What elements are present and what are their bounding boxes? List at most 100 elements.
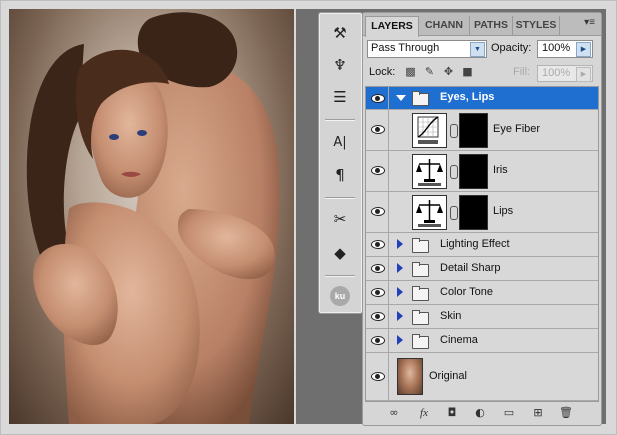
layer-group-cinema[interactable]: Cinema bbox=[366, 329, 598, 353]
layer-eye-fiber[interactable]: Eye Fiber bbox=[366, 110, 598, 151]
trash-icon[interactable]: 🗑 bbox=[557, 405, 575, 421]
tab-paths[interactable]: PATHS bbox=[470, 16, 513, 35]
folder-icon bbox=[412, 238, 429, 253]
separator bbox=[325, 275, 355, 277]
scale-glyph bbox=[416, 200, 443, 227]
layers-panel: LAYERS CHANN PATHS STYLES ▾≡ Pass Throug… bbox=[362, 12, 602, 426]
folder-icon bbox=[412, 334, 429, 349]
tab-channels[interactable]: CHANN bbox=[419, 16, 470, 35]
tab-layers[interactable]: LAYERS bbox=[365, 16, 419, 37]
add-mask-icon[interactable]: ◘ bbox=[443, 405, 461, 421]
lock-row: Lock: ▩ ✎ ✥ ■ Fill: 100% ▶ bbox=[363, 63, 601, 83]
3d-icon[interactable]: ◆ bbox=[328, 241, 352, 265]
link-layers-icon[interactable]: ∞ bbox=[385, 405, 403, 421]
visibility-eye-icon[interactable] bbox=[366, 329, 389, 352]
lock-transparency-icon[interactable]: ▩ bbox=[404, 65, 417, 78]
expand-arrow-icon[interactable] bbox=[397, 335, 403, 345]
layer-name: Lips bbox=[493, 205, 514, 217]
visibility-eye-icon[interactable] bbox=[366, 353, 389, 400]
kuler-icon[interactable]: ku bbox=[330, 286, 350, 306]
separator bbox=[325, 119, 355, 121]
fill-input[interactable]: 100% ▶ bbox=[537, 65, 593, 82]
tab-styles[interactable]: STYLES bbox=[513, 16, 560, 35]
link-icon[interactable] bbox=[450, 206, 458, 220]
layer-group-lighting-effect[interactable]: Lighting Effect bbox=[366, 233, 598, 257]
layer-name: Color Tone bbox=[440, 286, 493, 298]
brush-preset-icon[interactable]: ⚒ bbox=[328, 21, 352, 45]
layer-name: Eyes, Lips bbox=[440, 91, 495, 103]
adjustment-layer-icon[interactable]: ◐ bbox=[471, 405, 489, 421]
fill-value: 100% bbox=[542, 67, 571, 79]
tools-icon[interactable]: ✂ bbox=[328, 207, 352, 231]
layers-list: Eyes, Lips Eye Fiber Iris Lips Lighting … bbox=[365, 86, 599, 402]
new-layer-icon[interactable]: ⊞ bbox=[529, 405, 547, 421]
curves-graph bbox=[417, 116, 439, 144]
opacity-value: 100% bbox=[542, 42, 571, 54]
layer-lips[interactable]: Lips bbox=[366, 192, 598, 233]
layer-name: Detail Sharp bbox=[440, 262, 501, 274]
folder-icon bbox=[412, 262, 429, 277]
layer-mask-thumb[interactable] bbox=[459, 154, 488, 189]
canvas-photo[interactable] bbox=[9, 9, 294, 424]
character-icon[interactable]: A| bbox=[328, 131, 352, 155]
expand-arrow-icon[interactable] bbox=[396, 95, 406, 101]
layer-iris[interactable]: Iris bbox=[366, 151, 598, 192]
clone-source-icon[interactable]: ♆ bbox=[328, 53, 352, 77]
opacity-input[interactable]: 100% ▶ bbox=[537, 40, 593, 58]
panel-tab-bar: LAYERS CHANN PATHS STYLES ▾≡ bbox=[363, 13, 601, 37]
layer-name: Lighting Effect bbox=[440, 238, 510, 250]
scale-glyph bbox=[416, 159, 443, 186]
layer-name: Eye Fiber bbox=[493, 123, 541, 135]
layer-name: Cinema bbox=[440, 334, 478, 346]
link-icon[interactable] bbox=[450, 165, 458, 179]
visibility-eye-icon[interactable] bbox=[366, 233, 389, 256]
chevron-right-icon: ▶ bbox=[576, 67, 591, 82]
opacity-label: Opacity: bbox=[491, 42, 532, 54]
visibility-eye-icon[interactable] bbox=[366, 110, 389, 150]
layer-name: Iris bbox=[493, 164, 508, 176]
visibility-eye-icon[interactable] bbox=[366, 281, 389, 304]
fill-label: Fill: bbox=[513, 66, 531, 78]
folder-icon bbox=[412, 286, 429, 301]
layer-group-detail-sharp[interactable]: Detail Sharp bbox=[366, 257, 598, 281]
lock-position-icon[interactable]: ✥ bbox=[442, 65, 455, 78]
visibility-eye-icon[interactable] bbox=[366, 87, 389, 109]
lock-all-icon[interactable]: ■ bbox=[461, 65, 474, 78]
expand-arrow-icon[interactable] bbox=[397, 239, 403, 249]
layer-group-eyes-lips[interactable]: Eyes, Lips bbox=[366, 87, 598, 110]
color-balance-icon bbox=[412, 195, 447, 230]
layer-group-skin[interactable]: Skin bbox=[366, 305, 598, 329]
layer-thumbnail bbox=[397, 358, 423, 395]
lock-image-icon[interactable]: ✎ bbox=[423, 65, 436, 78]
fx-icon[interactable]: fx bbox=[415, 405, 433, 421]
link-icon[interactable] bbox=[450, 124, 458, 138]
panel-menu-icon[interactable]: ▾≡ bbox=[584, 17, 595, 28]
paragraph-icon[interactable]: ¶ bbox=[328, 163, 352, 187]
layer-original[interactable]: Original bbox=[366, 353, 598, 401]
expand-arrow-icon[interactable] bbox=[397, 263, 403, 273]
expand-arrow-icon[interactable] bbox=[397, 311, 403, 321]
new-group-icon[interactable]: ▭ bbox=[500, 405, 518, 421]
separator bbox=[325, 197, 355, 199]
folder-icon bbox=[412, 91, 429, 106]
tool-presets-icon[interactable]: ☰ bbox=[328, 85, 352, 109]
couple-photo bbox=[26, 12, 280, 424]
layer-mask-thumb[interactable] bbox=[459, 113, 488, 148]
blend-mode-select[interactable]: Pass Through ▼ bbox=[367, 40, 487, 58]
blend-mode-value: Pass Through bbox=[371, 42, 440, 54]
layer-mask-thumb[interactable] bbox=[459, 195, 488, 230]
layers-bottom-toolbar: ∞ fx ◘ ◐ ▭ ⊞ 🗑 bbox=[363, 403, 601, 423]
layer-name: Original bbox=[429, 370, 467, 382]
layer-name: Skin bbox=[440, 310, 462, 322]
chevron-right-icon[interactable]: ▶ bbox=[576, 42, 591, 57]
visibility-eye-icon[interactable] bbox=[366, 257, 389, 280]
expand-arrow-icon[interactable] bbox=[397, 287, 403, 297]
color-balance-icon bbox=[412, 154, 447, 189]
visibility-eye-icon[interactable] bbox=[366, 192, 389, 232]
lock-label: Lock: bbox=[369, 66, 396, 78]
panel-dock-strip: ⚒ ♆ ☰ A| ¶ ✂ ◆ ku bbox=[318, 12, 363, 314]
visibility-eye-icon[interactable] bbox=[366, 305, 389, 328]
chevron-down-icon: ▼ bbox=[470, 42, 485, 57]
layer-group-color-tone[interactable]: Color Tone bbox=[366, 281, 598, 305]
visibility-eye-icon[interactable] bbox=[366, 151, 389, 191]
